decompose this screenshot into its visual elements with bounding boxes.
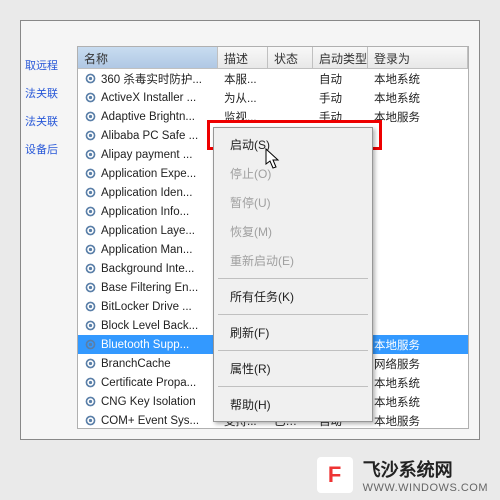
context-menu: 启动(S)停止(O)暂停(U)恢复(M)重新启动(E) 所有任务(K) 刷新(F) 属… xyxy=(213,127,373,422)
col-state[interactable]: 状态 xyxy=(268,47,313,68)
left-nav-item[interactable]: 法关联 xyxy=(21,79,71,107)
service-icon xyxy=(84,262,97,275)
service-icon xyxy=(84,281,97,294)
table-row[interactable]: ActiveX Installer ...为从...手动本地系统 xyxy=(78,88,468,107)
menu-item: 恢复(M) xyxy=(216,217,370,246)
watermark-url: WWW.WINDOWS.COM xyxy=(363,482,488,494)
service-icon xyxy=(84,148,97,161)
menu-item: 停止(O) xyxy=(216,159,370,188)
col-logon[interactable]: 登录为 xyxy=(368,47,468,68)
menu-separator xyxy=(218,350,368,351)
menu-item[interactable]: 启动(S) xyxy=(216,130,370,159)
menu-item[interactable]: 刷新(F) xyxy=(216,318,370,347)
service-icon xyxy=(84,338,97,351)
service-icon xyxy=(84,205,97,218)
service-icon xyxy=(84,72,97,85)
service-icon xyxy=(84,186,97,199)
service-icon xyxy=(84,414,97,427)
service-icon xyxy=(84,224,97,237)
window-frame: 取远程 法关联 法关联 设备后 名称 描述 状态 启动类型 登录为 360 杀毒… xyxy=(20,20,480,440)
service-icon xyxy=(84,129,97,142)
left-nav-item[interactable]: 取远程 xyxy=(21,51,71,79)
menu-separator xyxy=(218,278,368,279)
service-icon xyxy=(84,243,97,256)
left-nav-item[interactable]: 设备后 xyxy=(21,135,71,163)
service-icon xyxy=(84,319,97,332)
menu-item: 暂停(U) xyxy=(216,188,370,217)
menu-separator xyxy=(218,314,368,315)
service-icon xyxy=(84,167,97,180)
menu-separator xyxy=(218,386,368,387)
table-row[interactable]: Adaptive Brightn...监视...手动本地服务 xyxy=(78,107,468,126)
menu-item[interactable]: 所有任务(K) xyxy=(216,282,370,311)
col-desc[interactable]: 描述 xyxy=(218,47,268,68)
service-icon xyxy=(84,91,97,104)
watermark-logo: F xyxy=(317,457,353,493)
service-icon xyxy=(84,110,97,123)
service-icon xyxy=(84,376,97,389)
service-icon xyxy=(84,300,97,313)
col-start[interactable]: 启动类型 xyxy=(313,47,368,68)
menu-item[interactable]: 属性(R) xyxy=(216,354,370,383)
watermark-title: 飞沙系统网 xyxy=(363,456,488,482)
table-row[interactable]: 360 杀毒实时防护...本服...自动本地系统 xyxy=(78,69,468,88)
menu-item[interactable]: 帮助(H) xyxy=(216,390,370,419)
left-nav-item[interactable]: 法关联 xyxy=(21,107,71,135)
left-nav: 取远程 法关联 法关联 设备后 xyxy=(21,51,71,163)
col-name[interactable]: 名称 xyxy=(78,47,218,68)
table-header: 名称 描述 状态 启动类型 登录为 xyxy=(78,47,468,69)
menu-item: 重新启动(E) xyxy=(216,246,370,275)
watermark: F 飞沙系统网 WWW.WINDOWS.COM xyxy=(317,456,488,494)
cursor-icon xyxy=(265,148,281,170)
service-icon xyxy=(84,357,97,370)
service-icon xyxy=(84,395,97,408)
